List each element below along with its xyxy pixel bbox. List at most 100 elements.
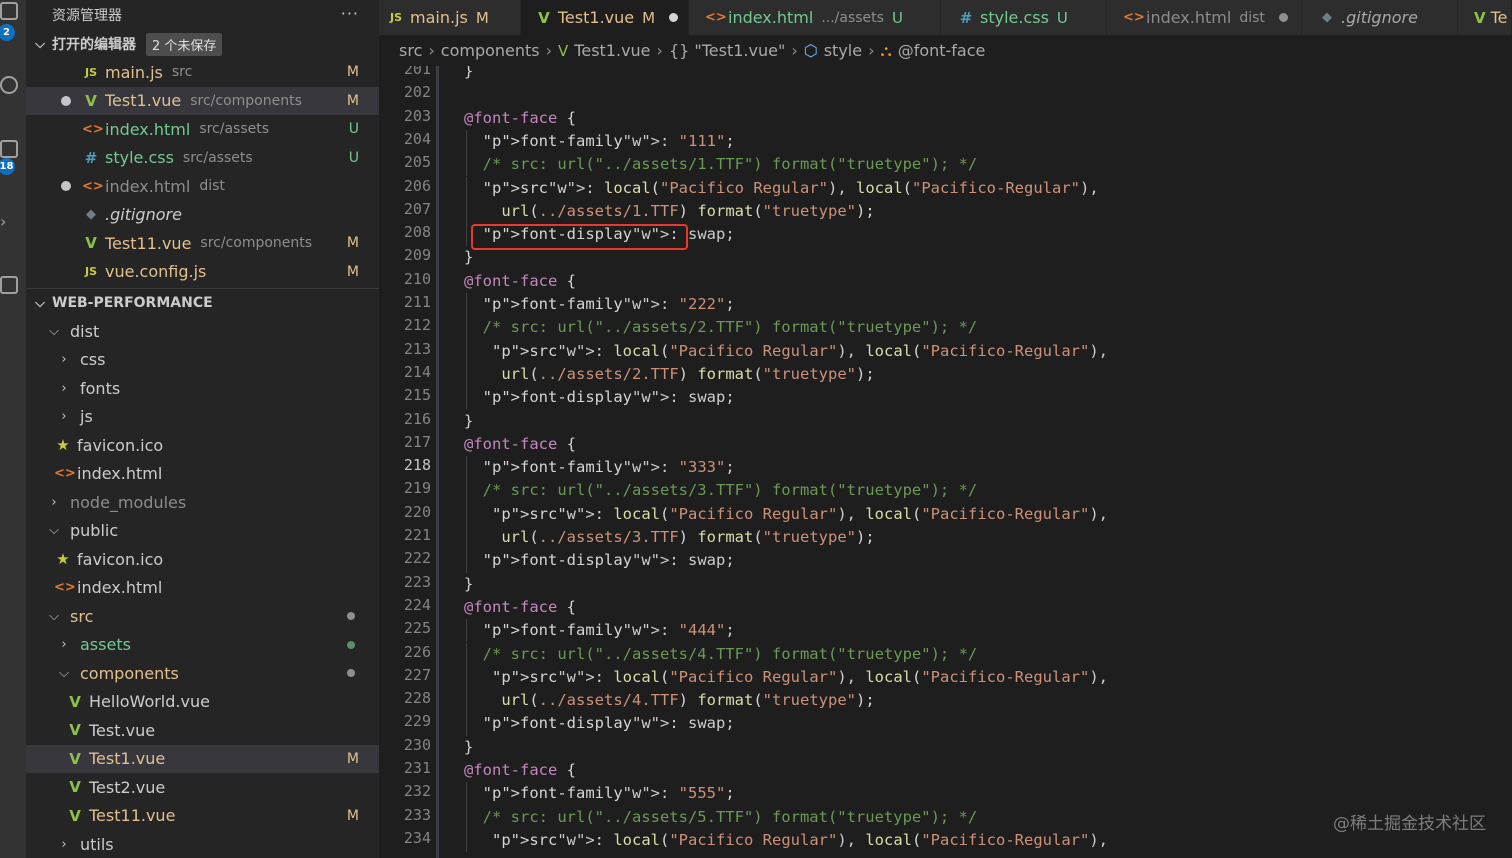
code-line[interactable]: "p">src"w">: local("Pacifico Regular"), …	[464, 829, 1108, 852]
tab-overflow[interactable]: V Te	[1458, 0, 1512, 35]
tab-status: U	[891, 8, 903, 27]
code-line[interactable]: @font-face {	[464, 759, 576, 782]
breadcrumb-item[interactable]: @font-face	[898, 41, 986, 60]
code-line[interactable]: "p">font-family"w">: "111";	[464, 130, 735, 153]
file-item[interactable]: ★ favicon.ico	[26, 545, 379, 574]
breadcrumb-item[interactable]: style	[824, 41, 862, 60]
unsaved-dot-icon[interactable]	[1278, 13, 1288, 22]
code-line[interactable]: "p">font-family"w">: "222";	[464, 293, 735, 316]
file-name: Test11.vue	[89, 806, 176, 826]
code-line[interactable]: "p">font-family"w">: "555";	[464, 782, 735, 805]
folder-item[interactable]: › node_modules	[26, 488, 379, 517]
breadcrumb-item[interactable]: src	[399, 41, 422, 60]
code-line[interactable]: url(../assets/3.TTF) format("truetype");	[464, 526, 874, 549]
code-line[interactable]: }	[464, 66, 473, 83]
file-item[interactable]: V Test1.vue M	[26, 744, 379, 773]
breadcrumb-item[interactable]: {} "Test1.vue"	[669, 41, 785, 60]
vue-file-icon: V	[69, 749, 81, 768]
chevron-right-icon: ›	[791, 41, 798, 60]
code-line[interactable]: url(../assets/1.TTF) format("truetype");	[464, 200, 874, 223]
folder-item[interactable]: ⌵ src	[26, 602, 379, 631]
code-line[interactable]: }	[464, 246, 473, 269]
explorer-icon[interactable]	[0, 2, 18, 20]
code-line[interactable]: }	[464, 410, 473, 433]
folder-item[interactable]: ⌵ components	[26, 659, 379, 688]
extensions-icon[interactable]	[0, 276, 18, 294]
folder-item[interactable]: › assets	[26, 631, 379, 660]
code-line[interactable]: @font-face {	[464, 433, 576, 456]
code-line[interactable]: "p">font-family"w">: "333";	[464, 456, 735, 479]
code-line[interactable]: }	[464, 736, 473, 759]
folder-item[interactable]: › js	[26, 403, 379, 432]
project-section[interactable]: ⌵ WEB-PERFORMANCE	[26, 288, 379, 317]
code-line[interactable]: /* src: url("../assets/1.TTF") format("t…	[464, 153, 978, 176]
folder-item[interactable]: ⌵ dist	[26, 317, 379, 346]
code-line[interactable]: @font-face {	[464, 270, 576, 293]
file-item[interactable]: V Test11.vue M	[26, 802, 379, 831]
source-control-icon[interactable]	[0, 140, 18, 158]
open-editor-item[interactable]: V Test11.vue src/components M	[26, 229, 379, 258]
folder-item[interactable]: › fonts	[26, 374, 379, 403]
folder-name: dist	[70, 321, 100, 341]
file-item[interactable]: V Test.vue	[26, 716, 379, 745]
run-debug-icon[interactable]: ›	[0, 212, 6, 231]
tab-main-js[interactable]: JS main.js M	[379, 0, 521, 35]
tab-style-css[interactable]: # style.css U	[941, 0, 1107, 35]
open-editor-item[interactable]: JS vue.config.js M	[26, 258, 379, 287]
code-line[interactable]: "p">src"w">: local("Pacifico Regular"), …	[464, 340, 1108, 363]
explorer-badge: 2	[0, 24, 15, 41]
folder-item[interactable]: › utils	[26, 830, 379, 858]
vue-file-icon: V	[85, 234, 97, 253]
open-editor-item[interactable]: JS main.js src M	[26, 58, 379, 87]
code-line[interactable]: "p">font-display"w">: swap;	[464, 712, 735, 735]
code-line[interactable]: @font-face {	[464, 596, 576, 619]
open-editors-section[interactable]: ⌵ 打开的编辑器 2 个未保存	[26, 30, 379, 58]
gitignore-file-icon: ◆	[86, 207, 96, 223]
unsaved-dot-icon[interactable]	[669, 13, 678, 22]
tab-index-html-dist[interactable]: <> index.html dist	[1107, 0, 1302, 35]
code-line[interactable]: "p">font-display"w">: swap;	[464, 549, 735, 572]
unsaved-dot-icon[interactable]	[61, 95, 71, 106]
code-line[interactable]: "p">src"w">: local("Pacifico Regular"), …	[464, 177, 1099, 200]
folder-item[interactable]: ⌵ public	[26, 517, 379, 546]
file-name: index.html	[77, 578, 163, 598]
code-line[interactable]: "p">src"w">: local("Pacifico Regular"), …	[464, 666, 1108, 689]
line-number: 208	[403, 223, 431, 242]
open-editor-item[interactable]: ◆ .gitignore	[26, 201, 379, 230]
file-item[interactable]: <> index.html	[26, 574, 379, 603]
file-item[interactable]: <> index.html	[26, 460, 379, 489]
open-editor-item[interactable]: V Test1.vue src/components M	[26, 86, 379, 115]
file-item[interactable]: V HelloWorld.vue	[26, 688, 379, 717]
code-line[interactable]: url(../assets/2.TTF) format("truetype");	[464, 363, 874, 386]
code-editor[interactable]: 201 202 203 204 205 206 207 208 209 210 211 212 213 2…	[379, 66, 1512, 858]
tab-index-html-assets[interactable]: <> index.html .../assets U	[689, 0, 941, 35]
tab-gitignore[interactable]: ◆ .gitignore	[1302, 0, 1458, 35]
breadcrumb-item[interactable]: components	[441, 41, 540, 60]
breadcrumb-item[interactable]: Test1.vue	[574, 41, 650, 60]
open-editor-item[interactable]: <> index.html src/assets U	[26, 115, 379, 144]
open-editor-item[interactable]: <> index.html dist	[26, 172, 379, 201]
code-line[interactable]: /* src: url("../assets/3.TTF") format("t…	[464, 479, 978, 502]
folder-item[interactable]: › css	[26, 346, 379, 375]
chevron-right-icon: ›	[61, 352, 67, 368]
open-editor-item[interactable]: # style.css src/assets U	[26, 144, 379, 173]
code-line[interactable]: /* src: url("../assets/2.TTF") format("t…	[464, 316, 978, 339]
code-line[interactable]: /* src: url("../assets/4.TTF") format("t…	[464, 643, 978, 666]
code-line[interactable]: /* src: url("../assets/5.TTF") format("t…	[464, 806, 978, 829]
unsaved-dot-icon[interactable]	[61, 181, 71, 191]
file-path: src/assets	[199, 121, 270, 138]
more-actions-icon[interactable]: ···	[341, 4, 359, 23]
code-line[interactable]: "p">font-display"w">: swap;	[464, 386, 735, 409]
line-number: 221	[403, 526, 431, 544]
search-icon[interactable]	[0, 76, 18, 94]
file-item[interactable]: ★ favicon.ico	[26, 431, 379, 460]
code-line[interactable]: "p">src"w">: local("Pacifico Regular"), …	[464, 503, 1108, 526]
code-line[interactable]: @font-face {	[464, 107, 576, 130]
tab-test1-vue[interactable]: V Test1.vue M	[521, 0, 689, 35]
code-line[interactable]: }	[464, 573, 473, 596]
tab-label: Te	[1490, 8, 1508, 27]
code-line[interactable]: "p">font-family"w">: "444";	[464, 619, 735, 642]
chevron-down-icon: ⌵	[49, 523, 59, 539]
code-line[interactable]: url(../assets/4.TTF) format("truetype");	[464, 689, 874, 712]
file-item[interactable]: V Test2.vue	[26, 773, 379, 802]
